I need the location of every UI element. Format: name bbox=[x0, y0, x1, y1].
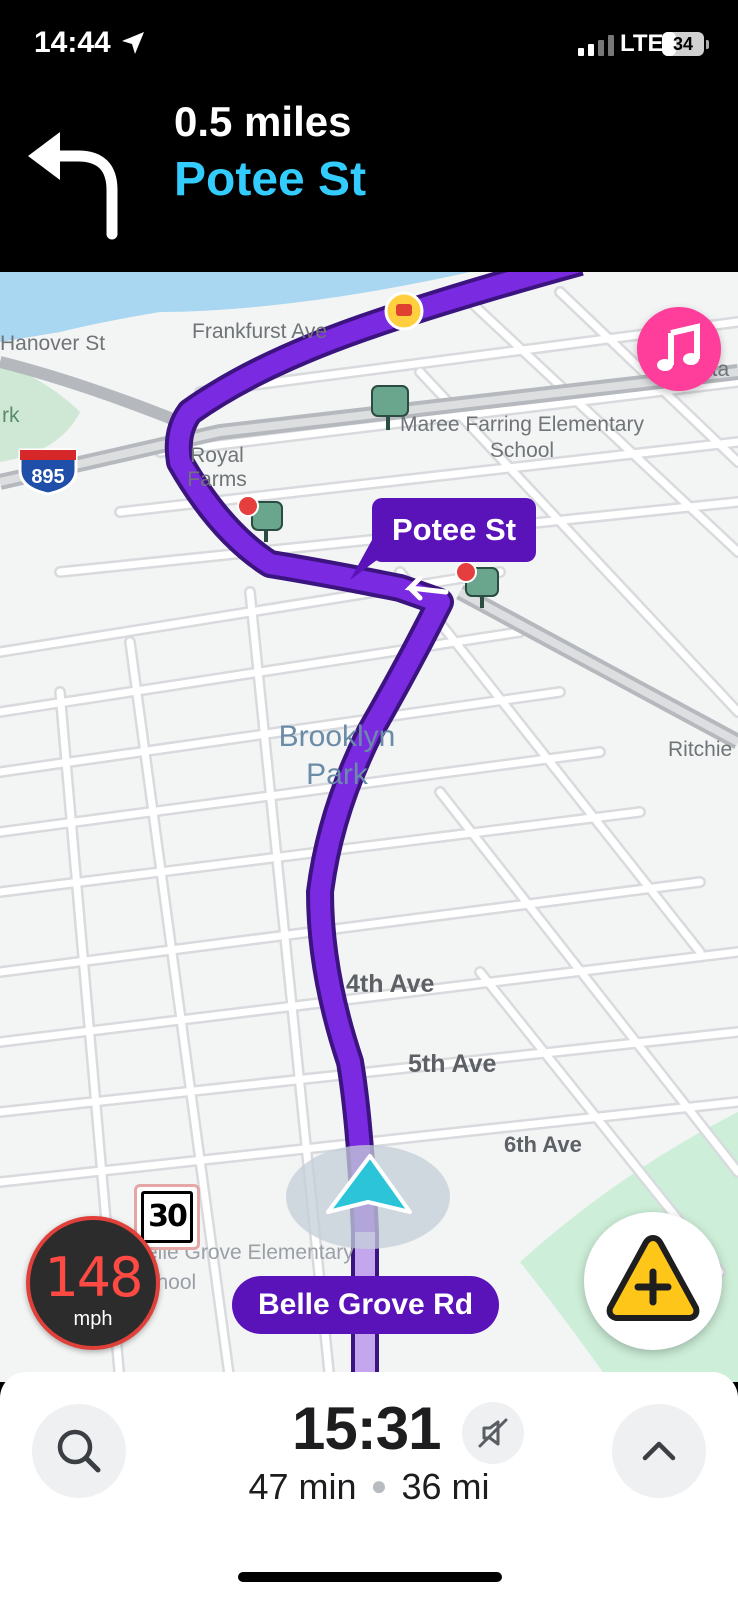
battery-cap bbox=[706, 40, 709, 49]
add-report-icon bbox=[606, 1235, 700, 1321]
map-label-park-partial: rk bbox=[2, 404, 20, 427]
network-type: LTE bbox=[620, 30, 664, 57]
sound-off-icon bbox=[478, 1418, 508, 1448]
current-road-label: Belle Grove Rd bbox=[232, 1276, 500, 1334]
speed-limit-value: 30 bbox=[141, 1191, 193, 1243]
music-button[interactable] bbox=[637, 307, 721, 391]
status-time: 14:44 bbox=[34, 26, 111, 59]
map-label-5th-ave: 5th Ave bbox=[408, 1050, 497, 1078]
arrival-time: 15:31 bbox=[292, 1395, 441, 1462]
maneuver-street: Potee St bbox=[174, 153, 367, 206]
turn-left-icon bbox=[28, 132, 118, 240]
map-label-frankfurst: Frankfurst Ave bbox=[192, 320, 328, 343]
separator-dot: ● bbox=[370, 1470, 388, 1501]
battery-level: 34 bbox=[672, 34, 694, 54]
status-bar: 14:44 LTE 34 bbox=[0, 0, 738, 90]
home-indicator[interactable] bbox=[238, 1572, 502, 1582]
map-label-hanover: Hanover St bbox=[0, 332, 106, 355]
battery-icon: 34 bbox=[662, 32, 704, 56]
speedometer[interactable]: 148 mph bbox=[26, 1216, 160, 1350]
home-indicator-area bbox=[0, 1532, 738, 1598]
trip-distance: 36 mi bbox=[401, 1466, 490, 1507]
map-label-4th-ave: 4th Ave bbox=[346, 970, 435, 998]
signal-strength-icon bbox=[578, 34, 616, 56]
chevron-up-icon bbox=[642, 1441, 676, 1461]
report-button[interactable] bbox=[584, 1212, 722, 1350]
map-view[interactable]: Hanover St Frankfurst Ave rk ata Royal F… bbox=[0, 272, 738, 1382]
current-speed: 148 bbox=[44, 1246, 143, 1309]
trip-panel[interactable]: 15:31 47 min ● 36 mi bbox=[0, 1372, 738, 1532]
speed-unit: mph bbox=[73, 1308, 113, 1330]
next-street-bubble[interactable]: Potee St bbox=[372, 498, 537, 562]
map-label-royal-farms: Royal Farms bbox=[187, 444, 247, 491]
maneuver-banner[interactable]: 0.5 miles Potee St bbox=[0, 90, 738, 272]
interstate-number: 895 bbox=[31, 466, 64, 488]
map-label-6th-ave: 6th Ave bbox=[504, 1132, 582, 1157]
location-arrow-icon bbox=[122, 32, 144, 54]
expand-button[interactable] bbox=[612, 1404, 706, 1498]
maneuver-distance: 0.5 miles bbox=[174, 98, 352, 145]
trip-duration: 47 min bbox=[248, 1466, 357, 1507]
area-label: Brooklyn Park bbox=[278, 720, 396, 791]
sound-button[interactable] bbox=[462, 1402, 524, 1464]
interstate-shield-icon: 895 bbox=[18, 448, 78, 496]
map-label-ritchie: Ritchie bbox=[668, 738, 733, 761]
map-label-school: Maree Farring Elementary School bbox=[400, 413, 644, 462]
music-note-icon bbox=[657, 323, 700, 371]
